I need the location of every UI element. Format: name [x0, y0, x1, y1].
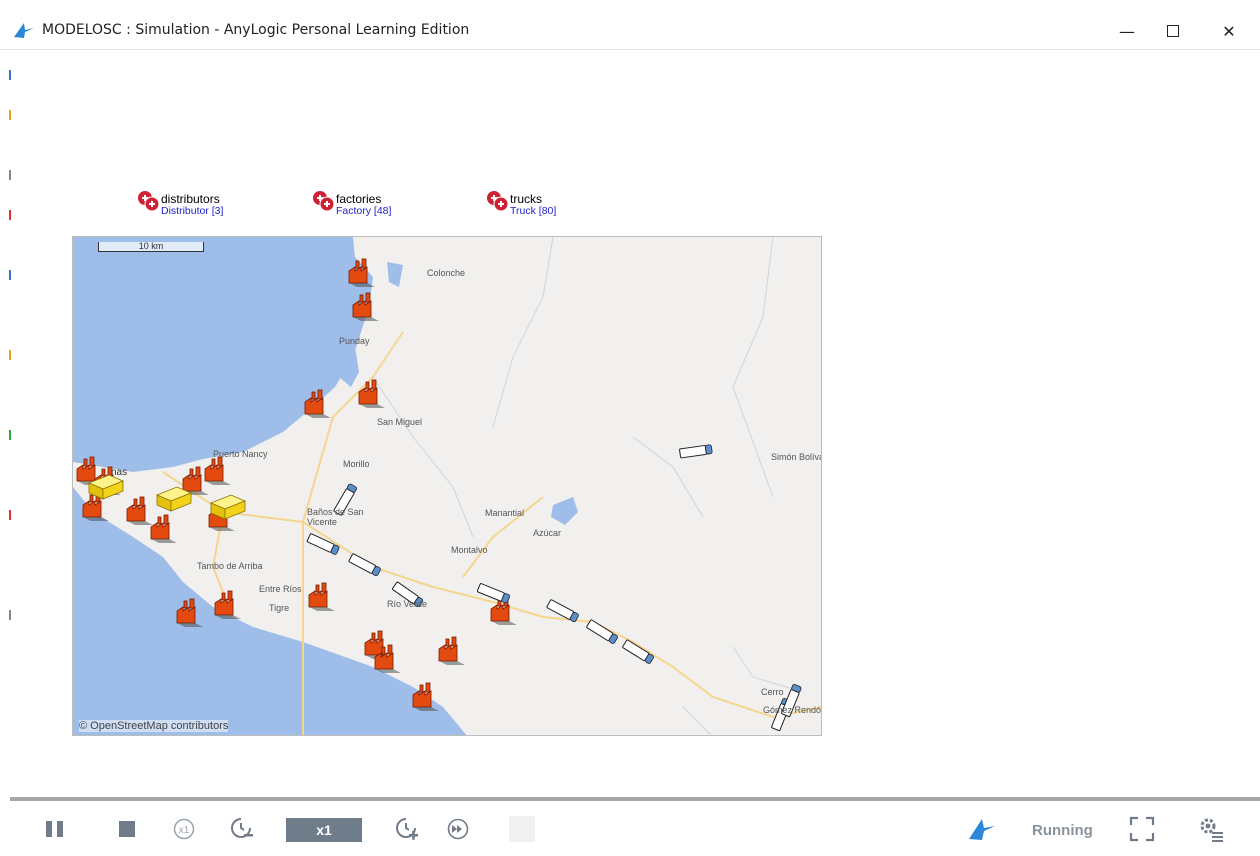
- place-label: Puerto Nancy: [213, 449, 268, 459]
- stop-icon: [119, 821, 135, 837]
- pause-button[interactable]: [42, 815, 68, 843]
- close-icon: ✕: [1222, 21, 1236, 41]
- map-canvas: [73, 237, 821, 735]
- agent-population-icon: [313, 191, 335, 212]
- agent-type: Truck [80]: [510, 205, 557, 217]
- place-label: San Miguel: [377, 417, 423, 427]
- fullscreen-icon: [1129, 816, 1155, 842]
- place-label: Morillo: [343, 459, 370, 469]
- anylogic-logo-icon: [969, 819, 995, 840]
- place-label: Gómez Rendón: [763, 705, 822, 715]
- agent-type: Distributor [3]: [161, 205, 224, 217]
- place-label: nas: [111, 467, 128, 478]
- fullscreen-button[interactable]: [1128, 815, 1156, 843]
- place-label: Azúcar: [533, 528, 562, 538]
- place-label: Manantial: [485, 508, 525, 518]
- blank-icon: [509, 816, 535, 842]
- minimize-button[interactable]: —: [1104, 12, 1150, 50]
- speed-indicator[interactable]: x1: [286, 818, 362, 842]
- place-label: Simón Bolívar: [771, 452, 822, 462]
- window-title: MODELOSC : Simulation - AnyLogic Persona…: [42, 22, 470, 38]
- place-label: Colonche: [427, 268, 466, 278]
- maximize-button[interactable]: [1150, 12, 1196, 50]
- place-label: Río Verde: [387, 599, 428, 609]
- slow-down-icon: [231, 818, 253, 838]
- speed-up-icon: [396, 818, 418, 840]
- run-x1-icon: x1: [173, 818, 195, 840]
- run-x1-button[interactable]: x1: [171, 815, 197, 843]
- agent-name: trucks: [510, 192, 543, 206]
- simulation-toolbar: x1 x1 Running: [0, 801, 1260, 856]
- agent-factories[interactable]: factories Factory [48]: [312, 188, 432, 220]
- gis-map[interactable]: 10 km Colonche Punday San Miguel Morillo…: [72, 236, 822, 736]
- pause-icon: [46, 821, 63, 837]
- place-label: Cerro: [761, 687, 784, 697]
- settings-button[interactable]: [1196, 815, 1226, 843]
- stop-button[interactable]: [116, 815, 138, 843]
- left-edge: [0, 50, 11, 850]
- agent-trucks[interactable]: trucks Truck [80]: [486, 188, 606, 220]
- maximize-icon: [1167, 25, 1179, 37]
- place-label: Montalvo: [451, 545, 488, 555]
- title-bar: MODELOSC : Simulation - AnyLogic Persona…: [0, 0, 1260, 50]
- place-label: Tigre: [269, 603, 290, 613]
- agent-population-icon: [487, 191, 509, 212]
- fast-forward-button[interactable]: [444, 815, 472, 843]
- place-label: Entre Ríos: [259, 584, 302, 594]
- anylogic-logo: [966, 815, 998, 843]
- agent-name: factories: [336, 192, 382, 206]
- place-label: Tambo de Arriba: [197, 561, 263, 571]
- agent-type: Factory [48]: [336, 205, 392, 217]
- anylogic-logo-icon: [14, 23, 34, 38]
- place-label: Baños de San Vicente: [307, 507, 364, 527]
- close-button[interactable]: ✕: [1206, 12, 1252, 50]
- status-label: Running: [1032, 822, 1093, 839]
- map-attribution: © OpenStreetMap contributors: [79, 720, 229, 732]
- slow-down-button[interactable]: [228, 815, 256, 843]
- agent-distributors[interactable]: distributors Distributor [3]: [137, 188, 257, 220]
- speed-up-button[interactable]: [393, 815, 421, 843]
- agent-population-icon: [138, 191, 160, 212]
- disabled-button[interactable]: [508, 815, 536, 843]
- simulation-window: MODELOSC : Simulation - AnyLogic Persona…: [0, 0, 1260, 856]
- scale-bar: 10 km: [98, 242, 204, 252]
- settings-icon: [1200, 818, 1223, 842]
- svg-text:x1: x1: [179, 825, 190, 836]
- minimize-icon: —: [1119, 21, 1135, 41]
- place-label: Punday: [339, 336, 370, 346]
- agent-name: distributors: [161, 192, 220, 206]
- fast-forward-icon: [447, 818, 469, 840]
